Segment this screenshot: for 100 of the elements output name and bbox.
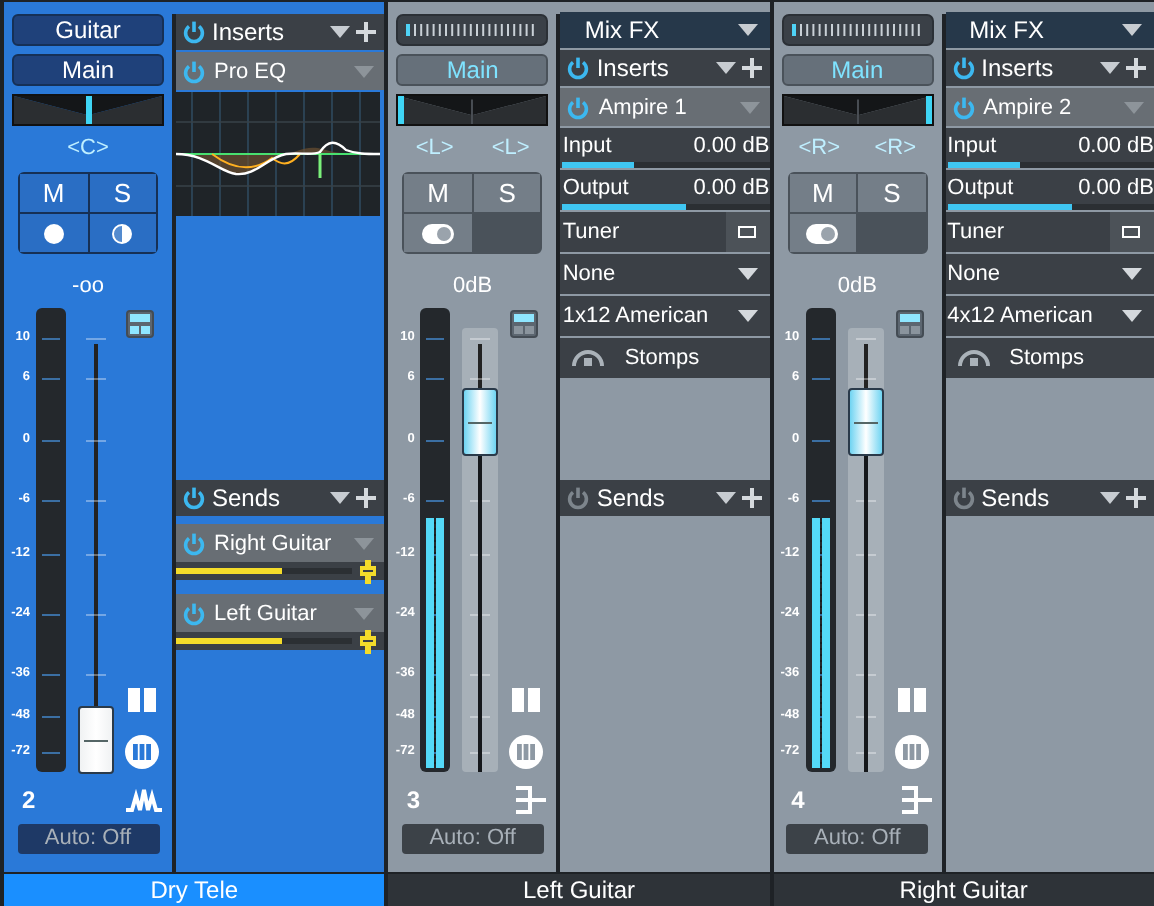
caret-icon[interactable] [715, 62, 736, 74]
fader-thumb[interactable] [847, 387, 884, 456]
channel-name[interactable]: Dry Tele [4, 872, 385, 906]
split-icon[interactable] [512, 688, 541, 712]
plus-icon[interactable] [1125, 488, 1146, 508]
caret-icon[interactable] [1099, 62, 1120, 74]
pan-knob-icon[interactable] [360, 559, 377, 583]
stomps-button[interactable]: Stomps [945, 338, 1154, 378]
routing-icon[interactable] [514, 786, 547, 814]
caret-icon[interactable] [330, 492, 351, 504]
pan-slider[interactable] [396, 94, 549, 126]
automation-button[interactable]: Auto: Off [401, 824, 544, 854]
send-level-slider[interactable] [176, 568, 353, 574]
caret-icon[interactable] [737, 24, 758, 36]
dropdown[interactable]: None [560, 254, 770, 294]
tuner-button[interactable] [1109, 212, 1154, 252]
parameter-slider[interactable] [947, 204, 1154, 210]
routing-icon[interactable] [899, 786, 932, 814]
caret-icon[interactable] [1099, 492, 1120, 504]
bars-circle-icon[interactable] [124, 734, 160, 770]
toggle-button[interactable] [789, 214, 857, 252]
toggle-button[interactable] [404, 214, 472, 252]
plus-icon[interactable] [741, 58, 762, 78]
dropdown[interactable]: 4x12 American [945, 296, 1154, 336]
send-level-slider[interactable] [176, 638, 353, 644]
split-icon[interactable] [897, 688, 926, 712]
solo-button[interactable]: S [89, 174, 156, 212]
mute-button[interactable]: M [20, 174, 87, 212]
fader-thumb[interactable] [78, 706, 114, 775]
mute-button[interactable]: M [789, 174, 857, 212]
expand-icon[interactable] [510, 310, 539, 338]
channel-number: 2 [22, 786, 36, 814]
parameter-label: Input [947, 132, 997, 160]
caret-icon[interactable] [715, 492, 736, 504]
parameter-slider[interactable] [562, 204, 770, 210]
input-button[interactable]: Guitar [12, 14, 164, 46]
record-button[interactable] [20, 214, 87, 252]
volume-reading: -oo [72, 274, 104, 300]
output-button[interactable]: Main [12, 54, 164, 86]
solo-button[interactable]: S [858, 174, 926, 212]
expand-icon[interactable] [126, 310, 154, 338]
panel-title: Inserts [596, 54, 671, 82]
pan-indicator[interactable] [85, 96, 91, 124]
output-button[interactable]: Main [781, 54, 934, 86]
pan-indicator[interactable] [925, 96, 932, 124]
automation-button[interactable]: Auto: Off [17, 824, 159, 854]
parameter-slider[interactable] [562, 162, 770, 168]
power-icon[interactable] [951, 56, 976, 80]
toggle-icon [806, 223, 839, 243]
power-icon[interactable] [566, 56, 591, 80]
plus-icon[interactable] [356, 22, 377, 42]
parameter-slider[interactable] [947, 162, 1154, 168]
pedal-icon [957, 350, 990, 366]
caret-icon[interactable] [1121, 310, 1142, 322]
record-icon [43, 223, 64, 243]
automation-button[interactable]: Auto: Off [786, 824, 929, 854]
plus-icon[interactable] [1125, 58, 1146, 78]
plus-icon[interactable] [356, 488, 377, 508]
bars-circle-icon[interactable] [508, 734, 545, 770]
parameter-label: Output [947, 174, 1014, 202]
pan-slider[interactable] [12, 94, 164, 126]
power-icon[interactable] [182, 20, 206, 44]
mix-fx-dropdown[interactable]: Mix FX [945, 12, 1154, 48]
channel-number: 3 [406, 786, 421, 814]
rectangle-icon [738, 226, 757, 238]
channel-name[interactable]: Right Guitar [773, 872, 1154, 906]
parameter-value: 0.00 dB [1078, 174, 1154, 202]
expand-icon[interactable] [895, 310, 924, 338]
fader-thumb[interactable] [462, 387, 499, 456]
caret-icon[interactable] [330, 26, 351, 38]
waveform-icon[interactable] [126, 786, 162, 814]
channel-name[interactable]: Left Guitar [388, 872, 770, 906]
monitor-icon [112, 223, 133, 243]
tuner-button[interactable] [725, 212, 770, 252]
plus-icon[interactable] [741, 488, 762, 508]
power-icon[interactable] [182, 486, 206, 510]
mix-fx-dropdown[interactable]: Mix FX [560, 12, 770, 48]
monitor-button[interactable] [89, 214, 156, 252]
output-button[interactable]: Main [396, 54, 549, 86]
dropdown[interactable]: None [945, 254, 1154, 294]
bars-circle-icon[interactable] [893, 734, 930, 770]
mute-button[interactable]: M [404, 174, 472, 212]
dropdown[interactable]: 1x12 American [560, 296, 770, 336]
solo-button[interactable]: S [473, 174, 541, 212]
power-icon[interactable] [951, 486, 976, 510]
pan-indicator[interactable] [398, 96, 405, 124]
parameter-label: Input [562, 132, 612, 160]
panel-title: Sends [596, 484, 667, 512]
power-icon[interactable] [566, 486, 591, 510]
caret-icon[interactable] [1121, 268, 1142, 280]
panel-title: Inserts [981, 54, 1056, 82]
pan-label: <L> [415, 136, 454, 160]
split-icon[interactable] [128, 688, 156, 712]
pan-knob-icon[interactable] [360, 629, 377, 653]
pan-slider[interactable] [781, 94, 934, 126]
pan-label: <C> [67, 136, 109, 160]
stomps-button[interactable]: Stomps [560, 338, 770, 378]
caret-icon[interactable] [1121, 24, 1142, 36]
caret-icon[interactable] [737, 310, 758, 322]
caret-icon[interactable] [737, 268, 758, 280]
